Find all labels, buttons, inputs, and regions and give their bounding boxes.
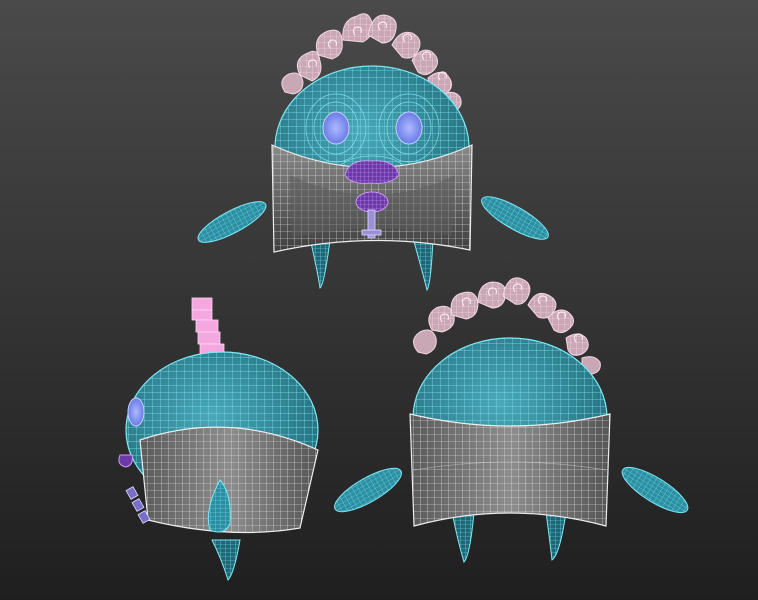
collar-back — [409, 413, 611, 527]
3d-viewport[interactable] — [0, 0, 758, 600]
viewport-canvas[interactable] — [0, 0, 758, 600]
